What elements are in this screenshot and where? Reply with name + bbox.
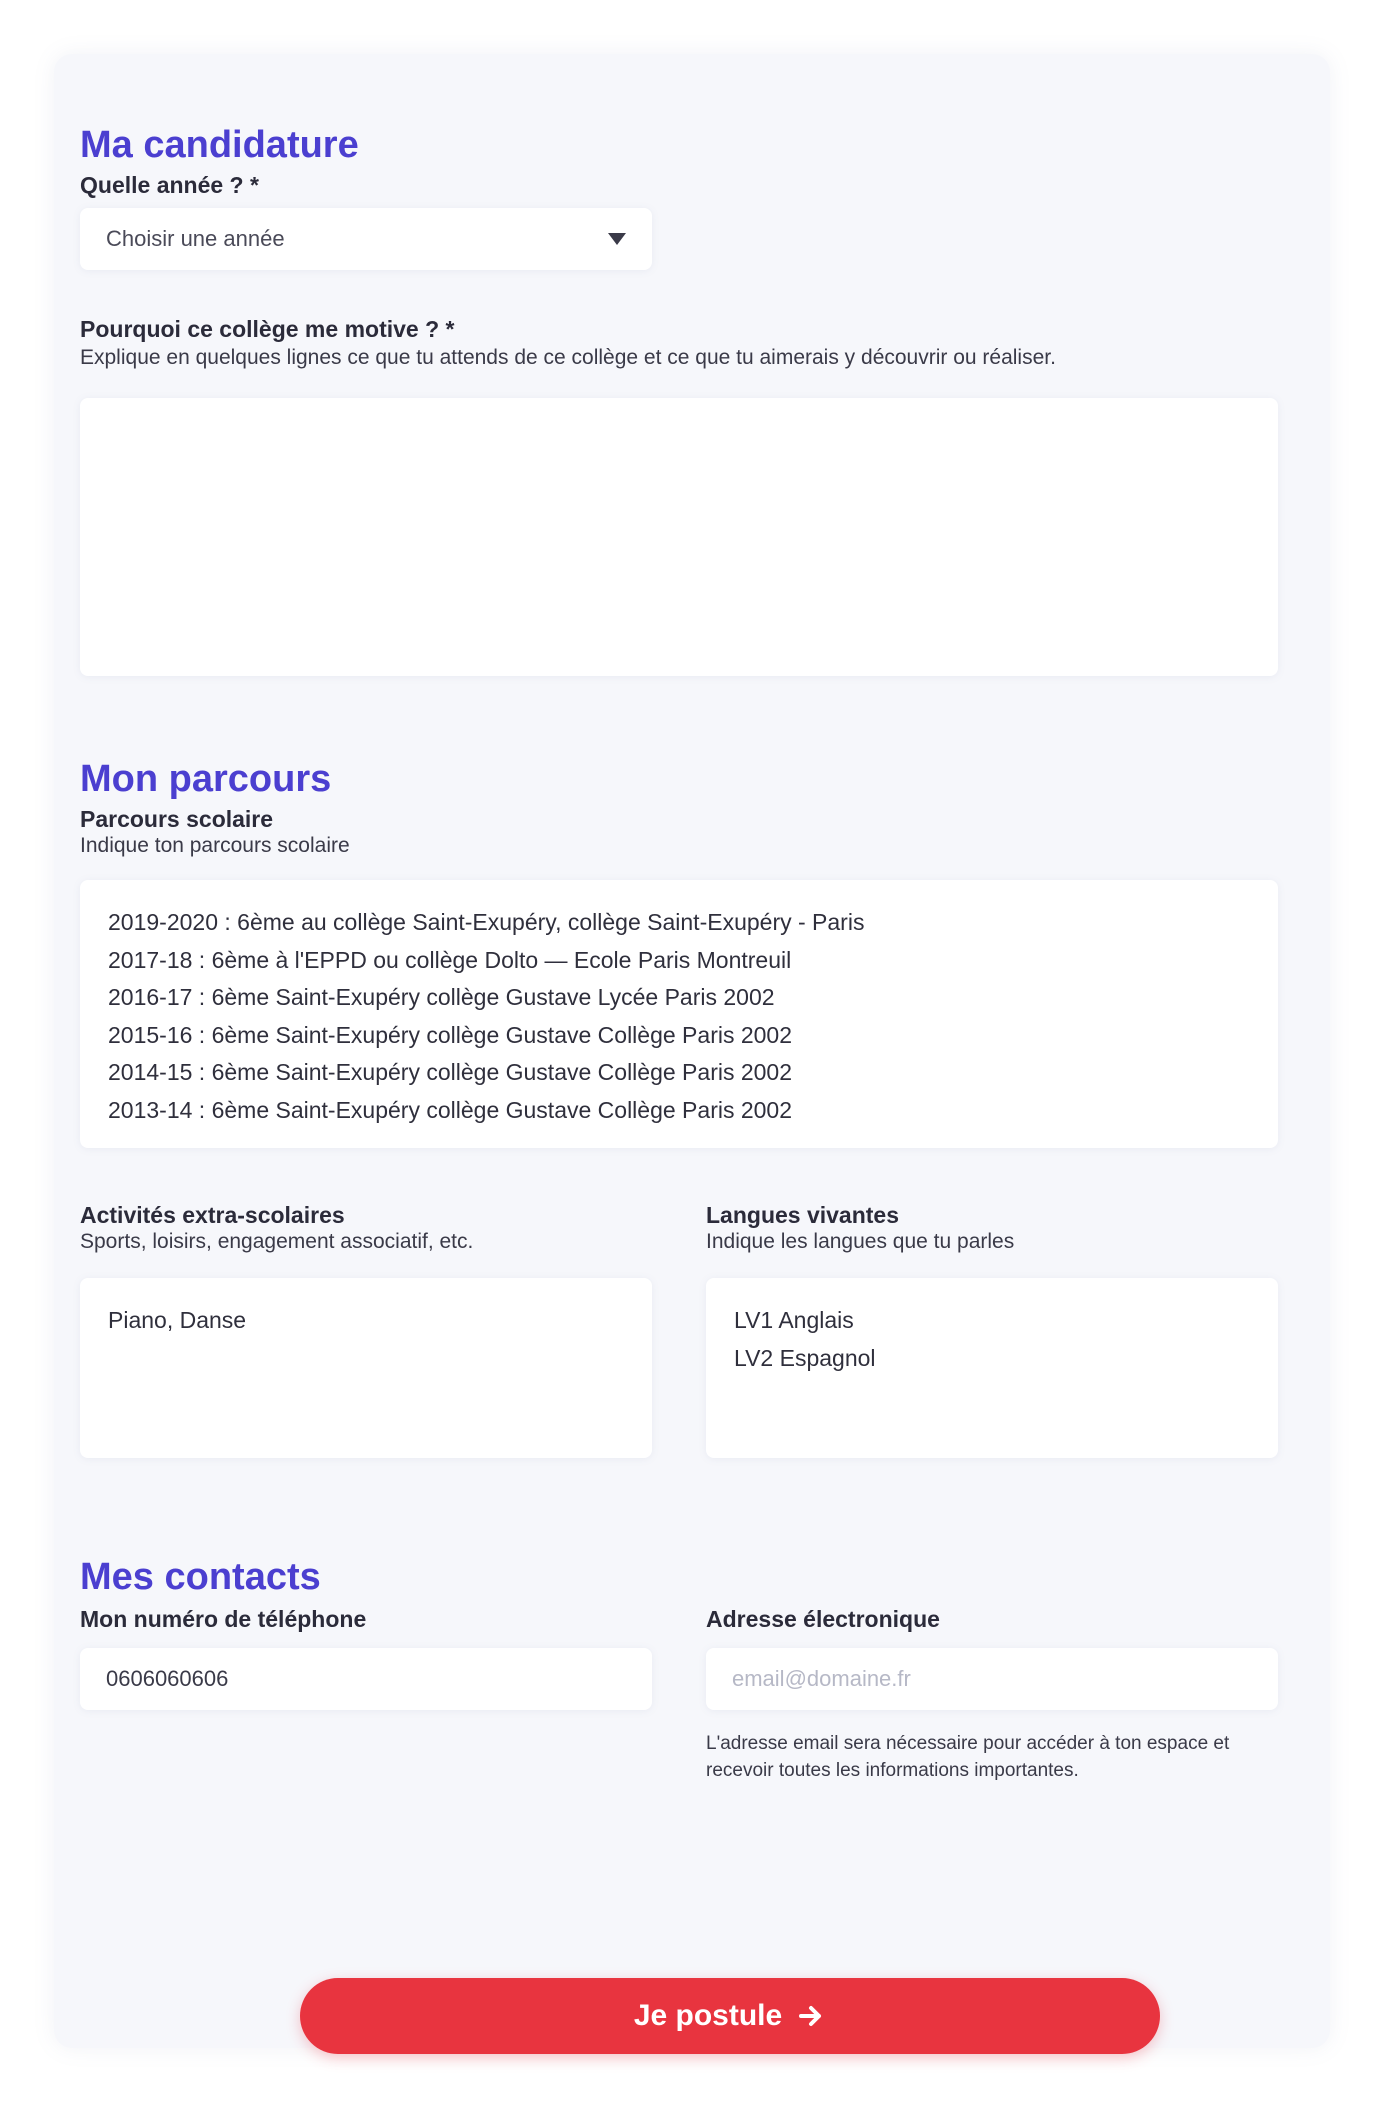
chevron-down-icon: [608, 233, 626, 245]
email-input[interactable]: email@domaine.fr: [706, 1648, 1278, 1710]
scolarite-line: 2016-17 : 6ème Saint-Exupéry collège Gus…: [108, 984, 775, 1010]
section-title-contacts: Mes contacts: [80, 1556, 321, 1598]
filiere-select[interactable]: Choisir une année: [80, 208, 652, 270]
scolarite-textarea[interactable]: 2019-2020 : 6ème au collège Saint-Exupér…: [80, 880, 1278, 1148]
activites-label: Activités extra-scolaires: [80, 1202, 345, 1228]
email-input-placeholder: email@domaine.fr: [732, 1666, 911, 1691]
section-title-parcours: Mon parcours: [80, 758, 332, 800]
phone-input[interactable]: 0606060606: [80, 1648, 652, 1710]
section-title-candidature: Ma candidature: [80, 124, 359, 166]
submit-button-label: Je postule: [633, 1999, 783, 2032]
scolarite-line: 2015-16 : 6ème Saint-Exupéry collège Gus…: [108, 1021, 793, 1048]
activites-textarea[interactable]: Piano, Danse: [80, 1278, 652, 1458]
langues-textarea[interactable]: LV1 Anglais LV2 Espagnol: [706, 1278, 1278, 1458]
scolarite-line: 2013-14 : 6ème Saint-Exupéry collège Gus…: [108, 1096, 793, 1123]
submit-button[interactable]: Je postule: [300, 1978, 1160, 2054]
langues-hint: Indique les langues que tu parles: [706, 1230, 1015, 1253]
scolarite-line: 2019-2020 : 6ème au collège Saint-Exupér…: [108, 909, 865, 935]
activites-line: Piano, Danse: [108, 1307, 247, 1333]
motivation-label: Pourquoi ce collège me motive ? *: [80, 316, 455, 342]
langues-line: LV2 Espagnol: [734, 1344, 876, 1371]
langues-label: Langues vivantes: [706, 1202, 900, 1228]
application-form-card: Ma candidature Quelle année ? * Choisir …: [54, 54, 1330, 2054]
scolarite-line: 2017-18 : 6ème à l'EPPD ou collège Dolto…: [108, 946, 792, 973]
motivation-textarea[interactable]: [80, 398, 1278, 676]
scolarite-label: Parcours scolaire: [80, 806, 274, 832]
email-label: Adresse électronique: [706, 1606, 940, 1632]
email-note: L'adresse email sera nécessaire pour acc…: [706, 1733, 1230, 1781]
scolarite-hint: Indique ton parcours scolaire: [80, 834, 350, 857]
filiere-label: Quelle année ? *: [80, 172, 259, 198]
scolarite-line: 2014-15 : 6ème Saint-Exupéry collège Gus…: [108, 1059, 793, 1085]
activites-hint: Sports, loisirs, engagement associatif, …: [80, 1230, 474, 1253]
phone-label: Mon numéro de téléphone: [80, 1606, 367, 1632]
motivation-hint: Explique en quelques lignes ce que tu at…: [80, 346, 1056, 369]
langues-line: LV1 Anglais: [734, 1307, 854, 1333]
phone-input-value: 0606060606: [106, 1666, 229, 1691]
arrow-right-icon: [799, 2006, 822, 2026]
filiere-select-value: Choisir une année: [106, 226, 285, 251]
